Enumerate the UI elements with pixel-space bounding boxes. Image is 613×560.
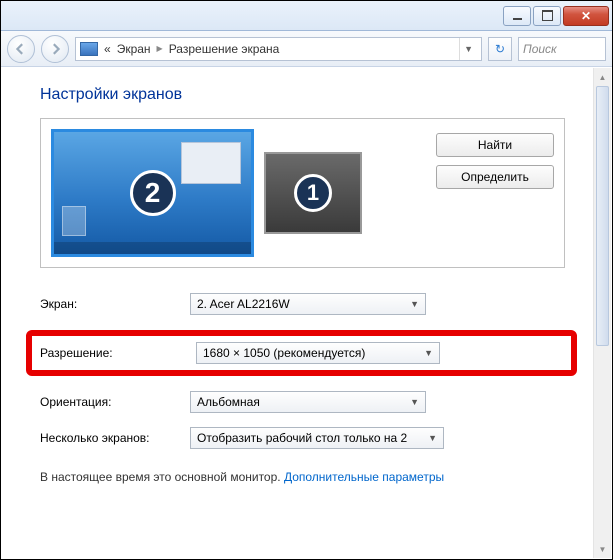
settings-form: Экран: 2. Acer AL2216W ▼ Разрешение: 168… xyxy=(40,290,565,452)
identify-button[interactable]: Определить xyxy=(436,165,554,189)
toolbar: « Экран ▶ Разрешение экрана ▼ ↻ Поиск xyxy=(1,31,612,67)
button-column: Найти Определить xyxy=(436,133,554,189)
taskbar-thumb xyxy=(54,242,251,254)
chevron-down-icon: ▼ xyxy=(428,433,437,443)
main-panel: Настройки экранов 2 1 Найти Определить xyxy=(2,68,593,558)
multiple-displays-label: Несколько экранов: xyxy=(40,431,190,445)
resolution-value: 1680 × 1050 (рекомендуется) xyxy=(203,346,365,360)
chevron-down-icon: ▼ xyxy=(424,348,433,358)
chevron-down-icon: ▼ xyxy=(410,397,419,407)
chevron-right-icon: ▶ xyxy=(157,44,163,53)
address-dropdown[interactable]: ▼ xyxy=(459,38,477,60)
content: Настройки экранов 2 1 Найти Определить xyxy=(2,68,611,558)
display-row: Экран: 2. Acer AL2216W ▼ xyxy=(40,290,565,318)
monitor-number-badge: 1 xyxy=(294,174,332,212)
monitor-1-preview[interactable]: 1 xyxy=(264,152,362,234)
note-row: В настоящее время это основной монитор. … xyxy=(40,470,565,484)
advanced-settings-link[interactable]: Дополнительные параметры xyxy=(284,470,444,484)
resolution-row: Разрешение: 1680 × 1050 (рекомендуется) … xyxy=(40,342,563,364)
monitor-icon xyxy=(80,42,98,56)
monitor-previews: 2 1 xyxy=(51,129,362,257)
titlebar: ✕ xyxy=(1,1,612,31)
close-button[interactable]: ✕ xyxy=(563,6,609,26)
search-input[interactable]: Поиск xyxy=(518,37,606,61)
breadcrumb-item[interactable]: Экран xyxy=(117,42,151,56)
resolution-label: Разрешение: xyxy=(40,346,196,360)
multiple-displays-value: Отобразить рабочий стол только на 2 xyxy=(197,431,407,445)
resolution-select[interactable]: 1680 × 1050 (рекомендуется) ▼ xyxy=(196,342,440,364)
monitor-number-badge: 2 xyxy=(130,170,176,216)
vertical-scrollbar[interactable]: ▲ ▼ xyxy=(593,68,611,558)
orientation-row: Ориентация: Альбомная ▼ xyxy=(40,388,565,416)
display-value: 2. Acer AL2216W xyxy=(197,297,290,311)
arrow-left-icon xyxy=(15,43,27,55)
orientation-select[interactable]: Альбомная ▼ xyxy=(190,391,426,413)
window: ✕ « Экран ▶ Разрешение экрана ▼ ↻ Поиск … xyxy=(0,0,613,560)
breadcrumb-start: « xyxy=(104,42,111,56)
orientation-label: Ориентация: xyxy=(40,395,190,409)
page-title: Настройки экранов xyxy=(40,86,565,104)
breadcrumb-item[interactable]: Разрешение экрана xyxy=(169,42,280,56)
display-label: Экран: xyxy=(40,297,190,311)
scroll-up-icon[interactable]: ▲ xyxy=(594,68,611,86)
desktop-icon xyxy=(62,206,86,236)
find-button[interactable]: Найти xyxy=(436,133,554,157)
arrow-right-icon xyxy=(49,43,61,55)
refresh-button[interactable]: ↻ xyxy=(488,37,512,61)
minimize-button[interactable] xyxy=(503,6,531,26)
resolution-highlight: Разрешение: 1680 × 1050 (рекомендуется) … xyxy=(26,330,577,376)
address-bar[interactable]: « Экран ▶ Разрешение экрана ▼ xyxy=(75,37,482,61)
monitor-2-preview[interactable]: 2 xyxy=(51,129,254,257)
primary-monitor-note: В настоящее время это основной монитор. xyxy=(40,470,281,484)
scroll-thumb[interactable] xyxy=(596,86,609,346)
back-button[interactable] xyxy=(7,35,35,63)
search-placeholder: Поиск xyxy=(523,42,557,56)
display-arrangement-box: 2 1 Найти Определить xyxy=(40,118,565,268)
orientation-value: Альбомная xyxy=(197,395,260,409)
display-select[interactable]: 2. Acer AL2216W ▼ xyxy=(190,293,426,315)
forward-button[interactable] xyxy=(41,35,69,63)
scroll-down-icon[interactable]: ▼ xyxy=(594,540,611,558)
multiple-displays-row: Несколько экранов: Отобразить рабочий ст… xyxy=(40,424,565,452)
multiple-displays-select[interactable]: Отобразить рабочий стол только на 2 ▼ xyxy=(190,427,444,449)
maximize-button[interactable] xyxy=(533,6,561,26)
window-thumb-icon xyxy=(181,142,241,184)
chevron-down-icon: ▼ xyxy=(410,299,419,309)
